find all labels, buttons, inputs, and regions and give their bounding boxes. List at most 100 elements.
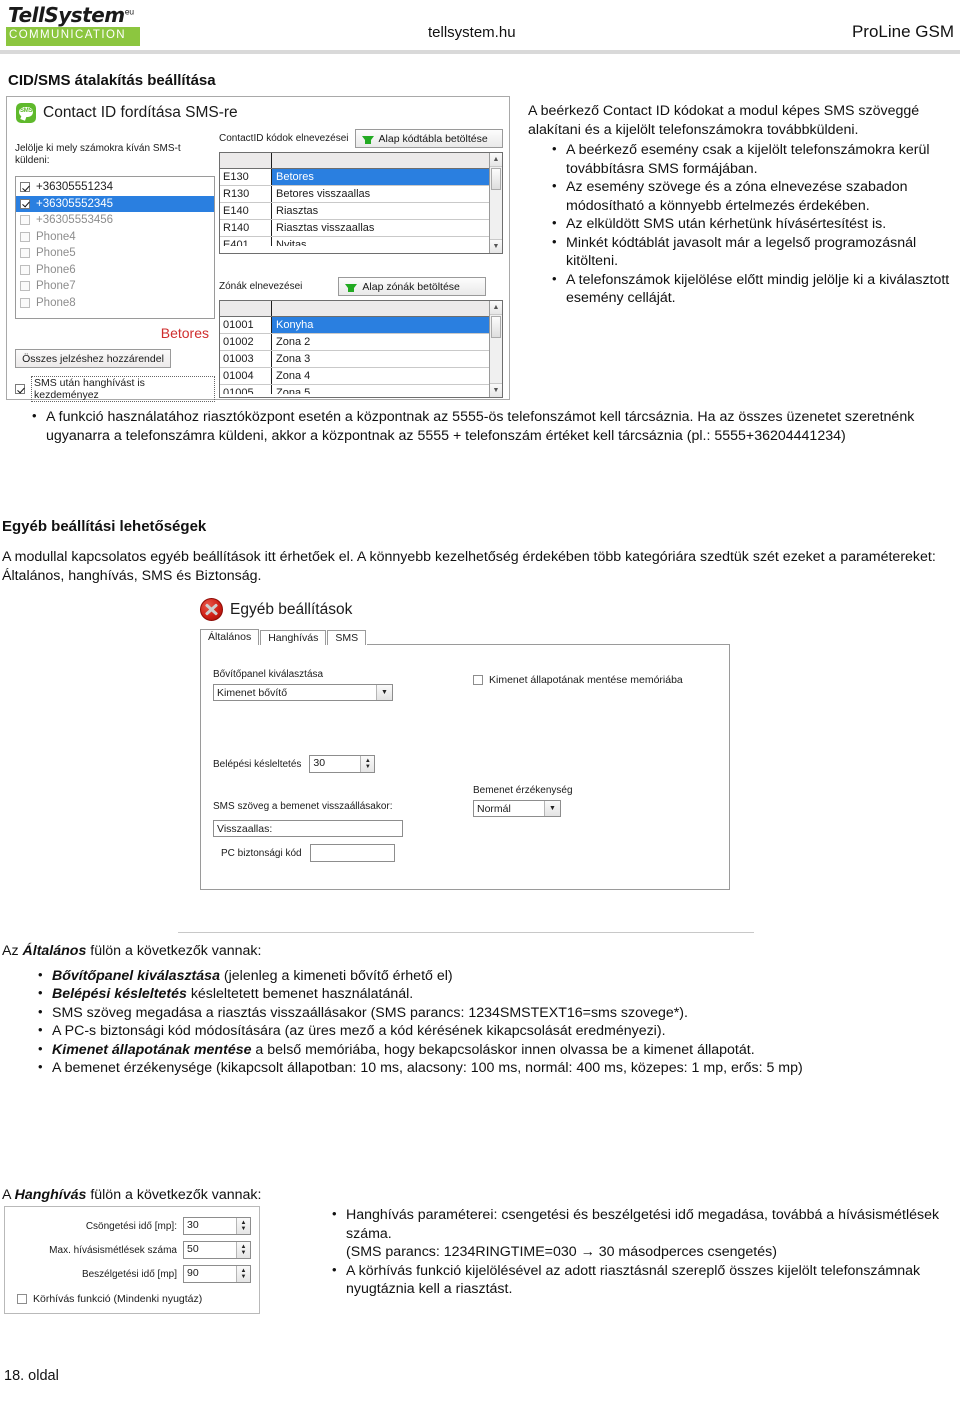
grid-row[interactable]: R130 Betores visszaallas [220,186,502,203]
settings-tabs[interactable]: Általános Hanghívás SMS [200,628,730,646]
stepper-arrows-icon-3[interactable]: ▲ ▼ [236,1266,250,1282]
grid-header [220,301,502,317]
grid-cell-name[interactable]: Riasztas visszaallas [272,220,502,236]
phone-list-item[interactable]: +36305553456 [16,212,214,229]
tab-általános[interactable]: Általános [200,629,260,645]
tab-hanghívás[interactable]: Hanghívás [260,630,327,646]
list-item: Hanghívás paraméterei: csengetési és bes… [330,1205,954,1243]
chevron-down-icon-2[interactable]: ▼ [544,801,560,816]
grid-row[interactable]: R140 Riasztas visszaallas [220,220,502,237]
talk-time-stepper[interactable]: 90 ▲ ▼ [183,1265,251,1283]
grid-cell-code[interactable]: E130 [220,169,272,185]
grid-cell-name[interactable]: Betores visszaallas [272,186,502,202]
cid-description-block: A beérkező Contact ID kódokat a modul ké… [528,102,952,308]
group-call-checkbox[interactable] [17,1294,27,1304]
phone-checkbox[interactable] [20,198,30,209]
entry-delay-stepper[interactable]: 30 ▲ ▼ [309,755,376,773]
grid-scrollbar[interactable]: ▲ ▼ [489,301,502,397]
chevron-down-icon[interactable]: ▼ [376,685,392,700]
sms-restore-input[interactable]: Visszaallas: [213,820,403,837]
settings-tab-panel: Bővítőpanel kiválasztása Kimenet bővítő … [200,645,730,890]
zones-grid[interactable]: 01001 Konyha 01002 Zona 2 01003 Zona 3 01004 Zo… [219,300,503,398]
pc-code-input[interactable] [309,844,395,862]
scroll-thumb[interactable] [491,316,501,338]
grid-cell-code[interactable]: E401 [220,237,272,246]
grid-row[interactable]: E401 Nyitas [220,237,502,246]
phone-checkbox[interactable] [20,215,30,226]
grid-cell-name[interactable]: Nyitas [272,237,502,246]
scroll-up-icon[interactable]: ▲ [490,153,502,167]
grid-scrollbar[interactable]: ▲ ▼ [489,153,502,253]
grid-cell-name[interactable]: Betores [272,169,502,185]
phone-listbox[interactable]: +36305551234 +36305552345 +36305553456 Phon… [15,176,215,319]
stepper-arrows-icon-2[interactable]: ▲ ▼ [236,1242,250,1258]
save-output-row[interactable]: Kimenet állapotának mentése memóriába [473,674,683,686]
item-text: A PC-s biztonsági kód módosítására (az ü… [52,1023,666,1039]
assign-all-button[interactable]: Összes jelzéshez hozzárendel [15,349,171,368]
grid-row[interactable]: E130 Betores [220,169,502,186]
grid-cell-name[interactable]: Zona 5 [272,385,502,394]
expander-select[interactable]: Kimenet bővítő ▼ [213,684,393,701]
grid-cell-name[interactable]: Zona 2 [272,334,502,350]
grid-cell-name[interactable]: Riasztas [272,203,502,219]
phone-list-item[interactable]: Phone5 [16,245,214,262]
voice-after-sms-row[interactable]: SMS után hanghívást is kezdeményez [15,376,215,402]
phone-checkbox[interactable] [20,248,30,259]
settings-dialog-titlebar: Egyéb beállítások [200,598,754,621]
phone-list-item[interactable]: +36305551234 [16,179,214,196]
phone-list-item[interactable]: Phone6 [16,262,214,279]
grid-row[interactable]: 01003 Zona 3 [220,351,502,368]
max-retry-value[interactable]: 50 [184,1242,236,1258]
ring-time-stepper[interactable]: 30 ▲ ▼ [183,1217,251,1235]
phone-list-item[interactable]: Phone4 [16,229,214,246]
save-output-checkbox-row[interactable]: Kimenet állapotának mentése memóriába [473,674,683,686]
scroll-up-icon[interactable]: ▲ [490,301,502,315]
tab-sms[interactable]: SMS [327,630,367,646]
input-sensitivity-select[interactable]: Normál ▼ [473,800,561,817]
entry-delay-value[interactable]: 30 [310,756,360,772]
phone-checkbox[interactable] [20,231,30,242]
group-call-row[interactable]: Körhívás funkció (Mindenki nyugtáz) [17,1293,251,1305]
ring-time-value[interactable]: 30 [184,1218,236,1234]
grid-cell-code[interactable]: 01003 [220,351,272,367]
scroll-thumb[interactable] [491,168,501,190]
grid-cell-code[interactable]: 01004 [220,368,272,384]
stepper-arrows-icon[interactable]: ▲ ▼ [360,756,375,772]
expander-value: Kimenet bővítő [217,686,288,699]
grid-cell-code[interactable]: R130 [220,186,272,202]
talk-time-value[interactable]: 90 [184,1266,236,1282]
grid-cell-name[interactable]: Zona 4 [272,368,502,384]
grid-row[interactable]: 01004 Zona 4 [220,368,502,385]
grid-cell-code[interactable]: 01005 [220,385,272,394]
grid-cell-code[interactable]: R140 [220,220,272,236]
grid-cell-code[interactable]: 01001 [220,317,272,333]
section-title-egyeb: Egyéb beállítási lehetőségek [2,518,207,535]
max-retry-stepper[interactable]: 50 ▲ ▼ [183,1241,251,1259]
grid-row[interactable]: 01002 Zona 2 [220,334,502,351]
phone-checkbox[interactable] [20,297,30,308]
phone-label: +36305551234 [36,181,114,194]
phone-list-item[interactable]: Phone8 [16,295,214,312]
phone-checkbox[interactable] [20,281,30,292]
item-text: A bemenet érzékenysége (kikapcsolt állap… [52,1060,803,1076]
grid-row[interactable]: 01005 Zona 5 [220,385,502,394]
grid-row[interactable]: E140 Riasztas [220,203,502,220]
load-code-table-button[interactable]: Alap kódtábla betöltése [354,129,503,148]
contactid-codes-grid[interactable]: E130 Betores R130 Betores visszaallas E140 Ri… [219,152,503,254]
sms-restore-label: SMS szöveg a bemenet visszaállásakor: [213,801,393,812]
grid-cell-code[interactable]: 01002 [220,334,272,350]
grid-cell-name[interactable]: Zona 3 [272,351,502,367]
save-output-checkbox[interactable] [473,675,483,685]
phone-checkbox[interactable] [20,182,30,193]
scroll-down-icon[interactable]: ▼ [490,383,502,397]
load-zones-button[interactable]: Alap zónák betöltése [338,277,487,296]
phone-list-item[interactable]: Phone7 [16,278,214,295]
phone-list-item[interactable]: +36305552345 [16,195,214,212]
grid-cell-name[interactable]: Konyha [272,317,502,333]
scroll-down-icon[interactable]: ▼ [490,239,502,253]
voice-after-sms-checkbox[interactable] [15,384,25,394]
stepper-arrows-icon-1[interactable]: ▲ ▼ [236,1218,250,1234]
grid-cell-code[interactable]: E140 [220,203,272,219]
grid-row[interactable]: 01001 Konyha [220,317,502,334]
phone-checkbox[interactable] [20,264,30,275]
